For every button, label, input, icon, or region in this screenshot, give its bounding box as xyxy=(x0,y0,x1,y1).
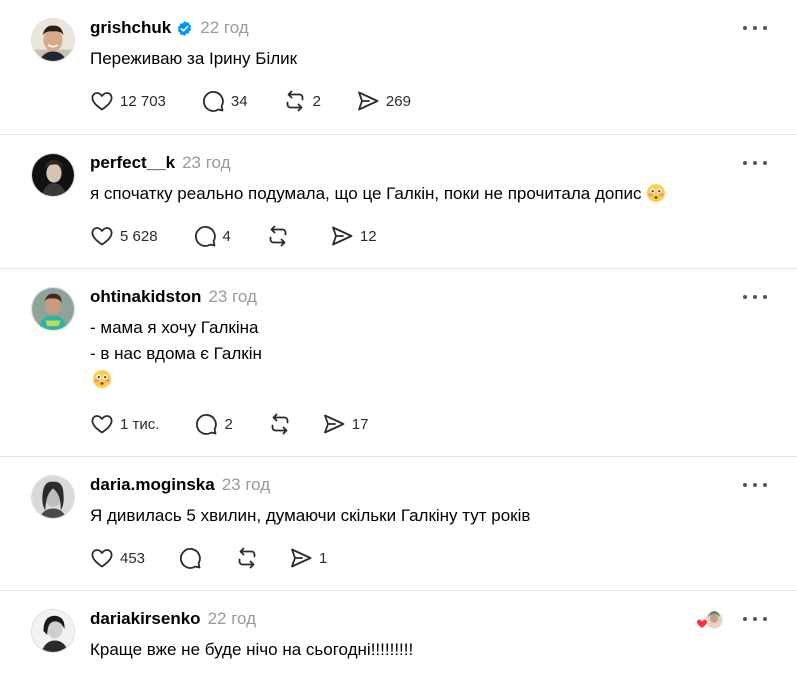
repost-button[interactable] xyxy=(268,412,292,436)
share-button[interactable]: 1 xyxy=(289,546,327,570)
share-button[interactable]: 12 xyxy=(330,224,377,248)
post-header: dariakirsenko 22 год xyxy=(90,607,256,631)
post: dariakirsenko 22 год Краще вже не буде н… xyxy=(0,591,797,687)
reply-button[interactable] xyxy=(178,546,202,570)
post-time: 23 год xyxy=(208,287,257,306)
more-icon[interactable] xyxy=(743,153,767,173)
more-icon[interactable] xyxy=(743,18,767,38)
post-text: - мама я хочу Галкіна - в нас вдома є Га… xyxy=(90,315,262,393)
post-text-line: - мама я хочу Галкіна xyxy=(90,318,259,337)
repost-icon xyxy=(268,412,292,436)
flushed-face-emoji xyxy=(92,369,112,389)
post-header: perfect__k 23 год xyxy=(90,151,231,175)
username[interactable]: daria.moginska xyxy=(90,475,215,495)
author-liked-badge xyxy=(695,609,725,633)
repost-button[interactable] xyxy=(235,546,259,570)
heart-icon xyxy=(90,546,114,570)
like-button[interactable]: 453 xyxy=(90,546,145,570)
repost-icon xyxy=(235,546,259,570)
share-icon xyxy=(289,546,313,570)
post-text-line xyxy=(90,367,262,393)
post-actions: 453 1 xyxy=(90,545,327,571)
reply-count: 4 xyxy=(222,227,231,245)
share-count: 1 xyxy=(319,549,328,567)
more-icon[interactable] xyxy=(743,475,767,495)
avatar[interactable] xyxy=(31,609,75,653)
post-actions: 5 628 4 12 xyxy=(90,223,377,249)
comment-icon xyxy=(193,224,217,248)
share-count: 269 xyxy=(385,92,411,110)
post-header: grishchuk 22 год xyxy=(90,16,249,40)
flushed-face-emoji xyxy=(646,183,666,203)
post: daria.moginska 23 год Я дивилась 5 хвили… xyxy=(0,457,797,591)
post-time: 23 год xyxy=(221,475,271,494)
post-header: ohtinakidston 23 год xyxy=(90,285,257,309)
repost-button[interactable] xyxy=(266,224,290,248)
username[interactable]: ohtinakidston xyxy=(90,287,201,307)
reply-button[interactable]: 34 xyxy=(201,89,248,113)
share-icon xyxy=(356,89,380,113)
reply-count: 2 xyxy=(224,415,233,433)
post-text-content: я спочатку реально подумала, що це Галкі… xyxy=(90,184,642,203)
like-button[interactable]: 12 703 xyxy=(90,89,166,113)
share-count: 12 xyxy=(359,227,377,245)
post: ohtinakidston 23 год - мама я хочу Галкі… xyxy=(0,269,797,457)
reply-count: 34 xyxy=(230,92,248,110)
post-header: daria.moginska 23 год xyxy=(90,473,270,497)
post-text: Переживаю за Ірину Білик xyxy=(90,46,297,72)
post-text: Я дивилась 5 хвилин, думаючи скільки Гал… xyxy=(90,503,530,529)
share-count: 17 xyxy=(351,415,369,433)
avatar[interactable] xyxy=(31,153,75,197)
comment-icon xyxy=(178,546,202,570)
like-button[interactable]: 5 628 xyxy=(90,224,158,248)
like-count: 453 xyxy=(120,549,146,567)
like-button[interactable]: 1 тис. xyxy=(90,412,159,436)
post: grishchuk 22 год Переживаю за Ірину Біли… xyxy=(0,0,797,135)
post-time: 23 год xyxy=(182,153,231,172)
like-count: 12 703 xyxy=(120,92,166,110)
username[interactable]: grishchuk xyxy=(90,18,171,38)
comment-icon xyxy=(194,412,218,436)
avatar[interactable] xyxy=(31,475,75,519)
more-icon[interactable] xyxy=(743,287,767,307)
heart-icon xyxy=(90,224,114,248)
post-text-line: Я дивилась 5 хвилин, думаючи скільки Гал… xyxy=(90,506,531,525)
post: perfect__k 23 год я спочатку реально под… xyxy=(0,135,797,269)
username[interactable]: perfect__k xyxy=(90,153,175,173)
post-time: 22 год xyxy=(200,18,249,37)
share-button[interactable]: 269 xyxy=(356,89,411,113)
like-count: 1 тис. xyxy=(120,415,160,433)
comment-icon xyxy=(201,89,225,113)
post-time: 22 год xyxy=(207,609,257,628)
post-text: я спочатку реально подумала, що це Галкі… xyxy=(90,181,666,207)
reply-button[interactable]: 2 xyxy=(194,412,233,436)
heart-icon xyxy=(90,89,114,113)
post-text-line: Краще вже не буде нічо на сьогодні!!!!!!… xyxy=(90,640,414,659)
verified-icon xyxy=(176,20,193,37)
post-actions: 1 тис. 2 17 xyxy=(90,411,368,437)
more-icon[interactable] xyxy=(743,609,767,629)
post-text-line: - в нас вдома є Галкін xyxy=(90,344,262,363)
avatar[interactable] xyxy=(31,18,75,62)
username[interactable]: dariakirsenko xyxy=(90,609,201,629)
repost-icon xyxy=(283,89,307,113)
share-button[interactable]: 17 xyxy=(322,412,369,436)
share-icon xyxy=(330,224,354,248)
reply-button[interactable]: 4 xyxy=(193,224,231,248)
repost-count: 2 xyxy=(312,92,321,110)
post-text-line: Переживаю за Ірину Білик xyxy=(90,49,298,68)
repost-icon xyxy=(266,224,290,248)
avatar[interactable] xyxy=(31,287,75,331)
heart-icon xyxy=(90,412,114,436)
post-actions: 12 703 34 2 269 xyxy=(90,88,411,114)
post-text: Краще вже не буде нічо на сьогодні!!!!!!… xyxy=(90,637,413,663)
thread-feed: grishchuk 22 год Переживаю за Ірину Біли… xyxy=(0,0,797,687)
like-count: 5 628 xyxy=(120,227,158,245)
share-icon xyxy=(322,412,346,436)
post-text-line: я спочатку реально подумала, що це Галкі… xyxy=(90,181,666,207)
repost-button[interactable]: 2 xyxy=(283,89,321,113)
